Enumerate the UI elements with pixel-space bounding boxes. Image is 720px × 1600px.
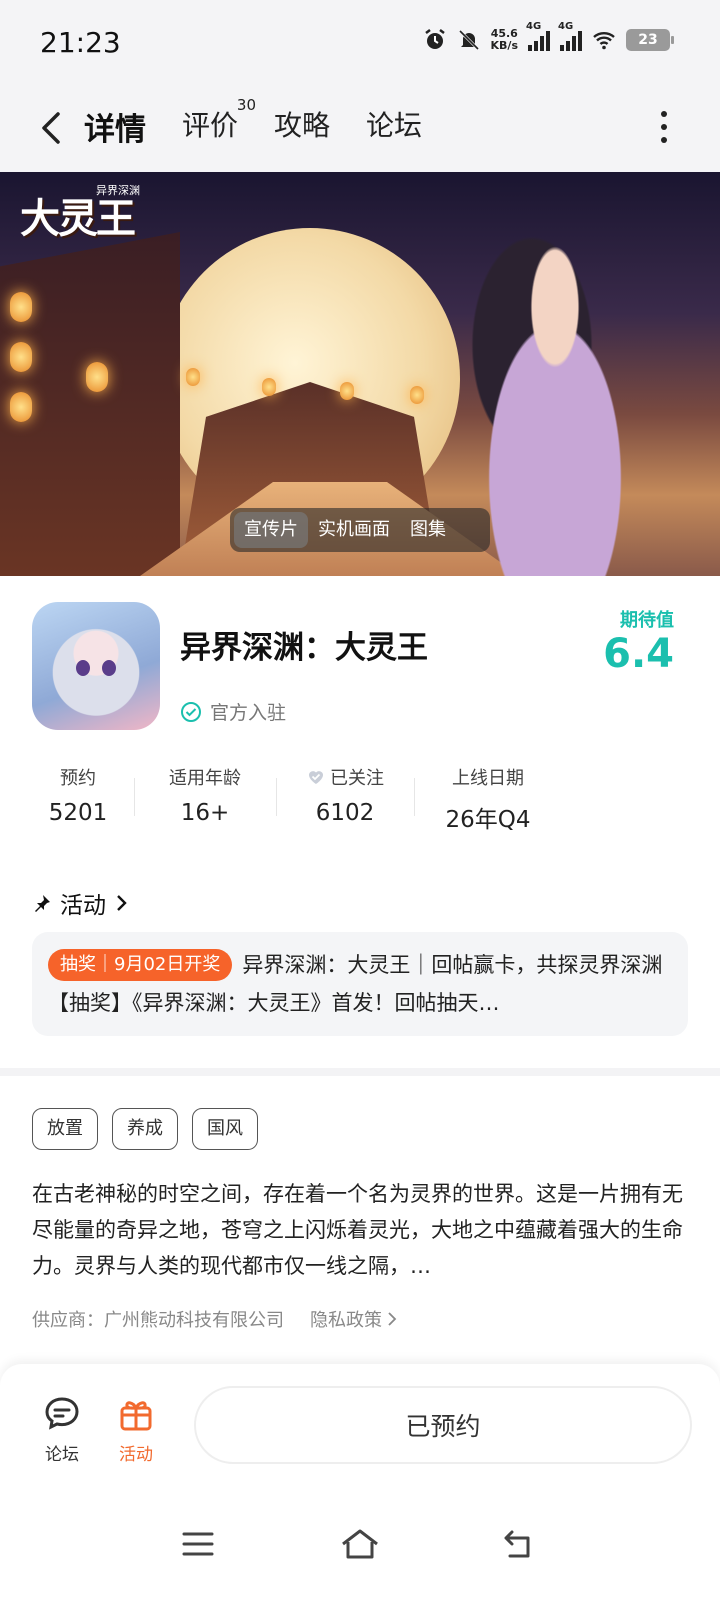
menu-icon[interactable] — [182, 1528, 214, 1560]
activity-button[interactable]: 活动 — [106, 1394, 166, 1465]
wifi-icon — [593, 32, 615, 50]
mute-bell-icon — [458, 29, 479, 51]
game-logo: 大灵王 — [20, 195, 136, 242]
section-divider — [0, 1068, 720, 1076]
system-nav-bar — [0, 1494, 720, 1600]
top-nav: 详情 评价 30 攻略 论坛 — [0, 88, 720, 172]
media-tabs: 宣传片 实机画面 图集 — [230, 508, 490, 552]
expectation-value: 6.4 — [603, 631, 674, 677]
stat-followers[interactable]: 已关注 6102 — [276, 764, 414, 834]
lantern — [86, 362, 108, 392]
tab-guides[interactable]: 攻略 — [274, 104, 330, 144]
battery-icon: 23 — [626, 29, 674, 51]
tag-chinese-style[interactable]: 国风 — [192, 1108, 258, 1150]
stat-age-rating: 适用年龄 16+ — [134, 764, 276, 834]
lantern — [186, 368, 200, 386]
lantern — [10, 392, 32, 422]
alarm-icon — [424, 29, 445, 49]
tag-idle[interactable]: 放置 — [32, 1108, 98, 1150]
tag-raising[interactable]: 养成 — [112, 1108, 178, 1150]
tab-reviews[interactable]: 评价 30 — [182, 96, 256, 144]
game-description[interactable]: 在古老神秘的时空之间，存在着一个名为灵界的世界。这是一片拥有无尽能量的奇异之地，… — [32, 1176, 688, 1284]
media-tab-gallery[interactable]: 图集 — [400, 512, 456, 548]
tab-details[interactable]: 详情 — [80, 104, 150, 149]
lantern — [262, 378, 276, 396]
status-time: 21:23 — [40, 26, 121, 59]
supplier-row: 供应商：广州熊动科技有限公司 隐私政策 — [32, 1306, 398, 1332]
heart-icon — [309, 771, 323, 784]
chevron-right-icon — [117, 895, 127, 911]
lantern — [340, 382, 354, 400]
activity-header[interactable]: 活动 — [32, 886, 130, 920]
genre-tags: 放置 养成 国风 — [32, 1108, 258, 1150]
media-tab-trailer[interactable]: 宣传片 — [234, 512, 308, 548]
supplier-name: 供应商：广州熊动科技有限公司 — [32, 1310, 284, 1331]
lantern — [10, 292, 32, 322]
forum-chat-icon — [45, 1397, 79, 1430]
signal-icon-2: 4G — [558, 21, 582, 51]
reserved-button[interactable]: 已预约 — [194, 1386, 692, 1464]
lantern — [410, 386, 424, 404]
verified-check-icon — [181, 701, 201, 722]
more-options-icon[interactable] — [660, 110, 668, 144]
net-speed: 45.6 KB/s — [490, 27, 518, 52]
status-icons: 45.6 KB/s 4G 4G 23 — [423, 21, 674, 52]
expectation-score: 期待值 6.4 — [603, 606, 674, 676]
app-icon-eye — [102, 660, 116, 676]
tab-forum[interactable]: 论坛 — [366, 104, 422, 144]
game-title: 异界深渊：大灵王 — [180, 630, 428, 666]
forum-button[interactable]: 论坛 — [32, 1394, 92, 1465]
privacy-policy-link[interactable]: 隐私政策 — [310, 1306, 398, 1332]
expectation-label: 期待值 — [620, 610, 674, 631]
app-icon-eye — [76, 660, 90, 676]
media-tab-gameplay[interactable]: 实机画面 — [308, 512, 400, 548]
lottery-badge: 抽奖｜9月02日开奖 — [48, 949, 233, 981]
back-arrow-icon[interactable] — [34, 106, 74, 150]
reviews-count-badge: 30 — [236, 96, 257, 114]
back-nav-icon[interactable] — [502, 1528, 536, 1560]
bottom-action-bar: 论坛 活动 已预约 — [0, 1364, 720, 1494]
promo-banner[interactable]: 异界深渊 大灵王 宣传片 实机画面 图集 — [0, 172, 720, 576]
lantern — [10, 342, 32, 372]
official-badge: 官方入驻 — [180, 698, 286, 725]
activity-card[interactable]: 抽奖｜9月02日开奖 异界深渊：大灵王｜回帖赢卡，共探灵界深渊【抽奖】《异界深渊：… — [32, 932, 688, 1036]
stat-reservations: 预约 5201 — [48, 768, 108, 826]
home-icon[interactable] — [340, 1528, 380, 1560]
signal-icon: 4G — [526, 21, 550, 51]
app-icon — [32, 602, 160, 730]
chevron-right-icon — [388, 1312, 397, 1326]
status-bar: 21:23 45.6 KB/s 4G 4G 23 — [0, 0, 720, 88]
stat-release-date: 上线日期 26年Q4 — [414, 764, 562, 834]
pin-icon — [35, 895, 50, 912]
gift-icon — [120, 1401, 152, 1431]
stats-row: 预约 5201 适用年龄 16+ 已关注 6102 上线日期 26年Q4 — [22, 764, 562, 834]
